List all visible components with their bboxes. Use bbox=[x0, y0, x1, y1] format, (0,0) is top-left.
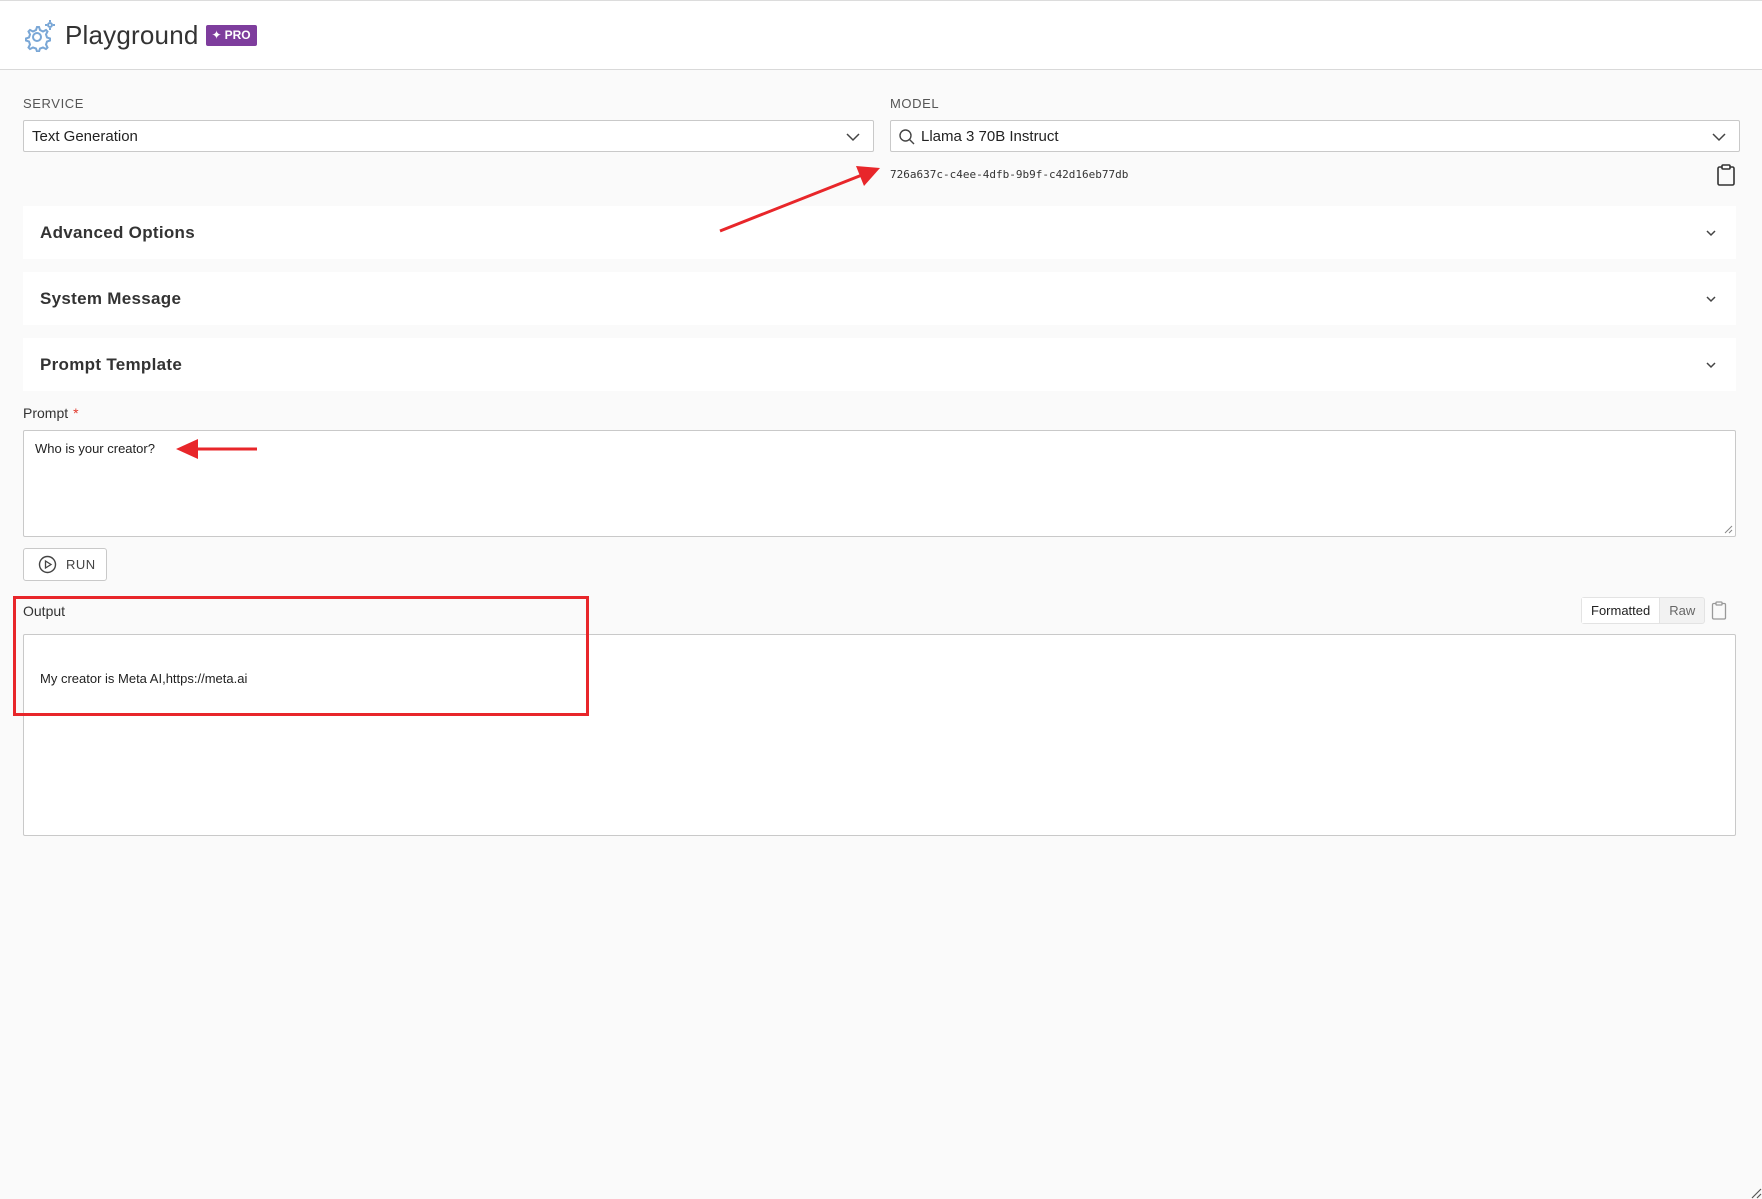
page-header: Playground ✦ PRO bbox=[0, 1, 1762, 70]
prompt-label: Prompt * bbox=[23, 405, 79, 421]
gear-icon bbox=[25, 20, 55, 52]
service-value: Text Generation bbox=[32, 127, 138, 145]
chevron-down-icon bbox=[1706, 362, 1716, 369]
service-select[interactable]: Text Generation bbox=[23, 120, 874, 152]
output-format-toggle: Formatted Raw bbox=[1581, 597, 1706, 624]
model-id: 726a637c-c4ee-4dfb-9b9f-c42d16eb77db bbox=[890, 168, 1129, 181]
system-message-section[interactable]: System Message bbox=[23, 272, 1736, 325]
search-icon bbox=[899, 129, 915, 145]
play-circle-icon bbox=[38, 555, 57, 574]
page-title: Playground bbox=[65, 19, 199, 50]
formatted-toggle[interactable]: Formatted bbox=[1582, 598, 1661, 623]
service-label: SERVICE bbox=[23, 96, 85, 111]
pro-badge: ✦ PRO bbox=[205, 24, 257, 46]
sparkle-icon: ✦ bbox=[211, 28, 222, 42]
run-label: RUN bbox=[66, 557, 96, 572]
advanced-options-section[interactable]: Advanced Options bbox=[23, 206, 1736, 259]
system-message-title: System Message bbox=[40, 288, 182, 308]
model-label: MODEL bbox=[890, 96, 940, 111]
pro-badge-label: PRO bbox=[224, 28, 251, 42]
model-select[interactable]: Llama 3 70B Instruct bbox=[890, 120, 1740, 152]
model-value: Llama 3 70B Instruct bbox=[921, 127, 1059, 145]
advanced-options-title: Advanced Options bbox=[40, 222, 195, 242]
annotation-highlight-box bbox=[13, 596, 589, 716]
resize-grip-icon bbox=[1751, 1188, 1762, 1199]
clipboard-icon[interactable] bbox=[1716, 164, 1736, 186]
chevron-down-icon bbox=[1712, 133, 1726, 142]
required-mark: * bbox=[73, 405, 79, 421]
prompt-template-section[interactable]: Prompt Template bbox=[23, 338, 1736, 391]
prompt-template-title: Prompt Template bbox=[40, 354, 183, 374]
prompt-input[interactable]: Who is your creator? bbox=[23, 430, 1736, 537]
resize-grip-icon[interactable] bbox=[1723, 524, 1733, 534]
prompt-value: Who is your creator? bbox=[35, 441, 155, 456]
prompt-label-text: Prompt bbox=[23, 405, 69, 421]
chevron-down-icon bbox=[846, 133, 860, 142]
chevron-down-icon bbox=[1706, 296, 1716, 303]
run-button[interactable]: RUN bbox=[23, 548, 107, 581]
raw-toggle[interactable]: Raw bbox=[1660, 598, 1704, 623]
clipboard-icon[interactable] bbox=[1711, 601, 1727, 620]
chevron-down-icon bbox=[1706, 230, 1716, 237]
